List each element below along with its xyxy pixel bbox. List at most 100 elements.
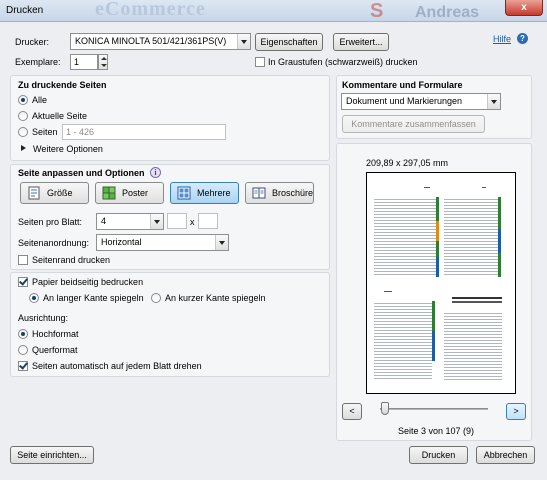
- preview-page: [372, 183, 510, 285]
- close-icon: x: [521, 2, 527, 13]
- window-title: Drucken: [6, 5, 44, 16]
- comments-value: Dokument und Markierungen: [346, 96, 463, 106]
- page-heading: [424, 187, 430, 188]
- pages-per-sheet-label: Seiten pro Blatt:: [18, 217, 83, 227]
- pages-per-sheet-rows-input[interactable]: [198, 213, 218, 229]
- page-heading: [482, 187, 486, 188]
- cancel-button[interactable]: Abbrechen: [476, 446, 535, 464]
- page-order-select[interactable]: Horizontal: [96, 234, 229, 251]
- poster-icon: [102, 186, 116, 200]
- expand-arrow-icon[interactable]: [21, 145, 26, 151]
- copies-stepper[interactable]: [98, 54, 108, 70]
- page-setup-label: Seite einrichten...: [17, 450, 87, 460]
- print-button[interactable]: Drucken: [409, 446, 468, 464]
- page-heading: [452, 301, 502, 303]
- long-edge-label: An langer Kante spiegeln: [43, 293, 144, 303]
- pages-range-input[interactable]: 1 - 426: [62, 124, 226, 140]
- pages-all-radio[interactable]: [18, 95, 28, 105]
- page-order-value: Horizontal: [101, 237, 142, 247]
- landscape-label: Querformat: [32, 345, 78, 355]
- pages-per-sheet-select[interactable]: 4: [96, 213, 164, 230]
- preview-page: [372, 287, 510, 389]
- chevron-down-icon: [237, 34, 250, 49]
- chevron-left-icon: <: [349, 406, 355, 416]
- print-border-label: Seitenrand drucken: [32, 255, 111, 265]
- chevron-down-icon: [150, 214, 163, 229]
- pages-header: Zu druckende Seiten: [18, 80, 107, 90]
- sizing-header: Seite anpassen und Optionen: [18, 168, 145, 178]
- duplex-checkbox[interactable]: [18, 277, 28, 287]
- mode-multiple-button[interactable]: Mehrere: [170, 182, 239, 204]
- pages-current-radio[interactable]: [18, 111, 28, 121]
- chevron-up-icon[interactable]: [101, 57, 107, 60]
- color-bar: [436, 197, 439, 277]
- short-edge-radio[interactable]: [151, 293, 161, 303]
- pages-per-sheet-cols-input[interactable]: [167, 213, 187, 229]
- chevron-down-icon: [215, 235, 228, 250]
- pages-range-radio[interactable]: [18, 127, 28, 137]
- background-watermark: eCommerce: [95, 0, 206, 20]
- pages-all-label: Alle: [32, 95, 48, 105]
- mode-size-label: Größe: [47, 188, 73, 198]
- page-heading: [452, 297, 502, 299]
- copies-label: Exemplare:: [15, 57, 61, 67]
- cancel-button-label: Abbrechen: [483, 450, 528, 460]
- print-border-checkbox[interactable]: [18, 255, 28, 265]
- grayscale-label: In Graustufen (schwarzweiß) drucken: [268, 57, 418, 67]
- chevron-down-icon[interactable]: [101, 64, 107, 67]
- mode-booklet-button[interactable]: Broschüre: [245, 182, 314, 204]
- pages-range-label: Seiten: [32, 127, 58, 137]
- help-link[interactable]: Hilfe: [493, 34, 511, 44]
- page-setup-button[interactable]: Seite einrichten...: [10, 446, 94, 464]
- printer-value: KONICA MINOLTA 501/421/361PS(V): [75, 36, 227, 46]
- background-watermark: Andreas: [415, 4, 480, 21]
- page-slider-thumb[interactable]: [381, 402, 389, 415]
- title-bar: eCommerce S Andreas Drucken x: [0, 0, 547, 22]
- more-options-toggle[interactable]: Weitere Optionen: [33, 144, 103, 154]
- auto-rotate-label: Seiten automatisch auf jedem Blatt drehe…: [32, 361, 202, 371]
- close-button[interactable]: x: [505, 0, 543, 16]
- landscape-radio[interactable]: [18, 345, 28, 355]
- color-bar: [432, 301, 435, 361]
- page-heading: [384, 291, 392, 292]
- mode-poster-label: Poster: [122, 188, 149, 198]
- preview-sheet: [366, 172, 516, 394]
- long-edge-radio[interactable]: [29, 293, 39, 303]
- printer-select[interactable]: KONICA MINOLTA 501/421/361PS(V): [70, 33, 251, 50]
- next-page-button[interactable]: >: [506, 403, 526, 420]
- page-slider-track[interactable]: [380, 408, 488, 410]
- size-icon: [28, 186, 40, 200]
- copies-input[interactable]: 1: [70, 54, 98, 70]
- previous-page-button[interactable]: <: [342, 403, 362, 420]
- page-status-text: Seite 3 von 107 (9): [398, 426, 475, 436]
- grayscale-checkbox[interactable]: [255, 57, 265, 67]
- booklet-icon: [252, 187, 266, 199]
- text-block: [444, 311, 502, 381]
- chevron-down-icon: [487, 94, 500, 109]
- comments-header: Kommentare und Formulare: [342, 80, 463, 90]
- advanced-button[interactable]: Erweitert...: [333, 33, 389, 51]
- mode-multiple-label: Mehrere: [197, 188, 231, 198]
- help-icon[interactable]: ?: [517, 33, 528, 44]
- comments-select[interactable]: Dokument und Markierungen: [341, 93, 501, 110]
- mode-size-button[interactable]: Größe: [20, 182, 89, 204]
- auto-rotate-checkbox[interactable]: [18, 361, 28, 371]
- properties-button[interactable]: Eigenschaften: [255, 33, 323, 51]
- color-bar: [498, 197, 501, 277]
- text-block: [374, 301, 432, 381]
- pages-current-label: Aktuelle Seite: [32, 111, 88, 121]
- portrait-label: Hochformat: [32, 329, 79, 339]
- print-button-label: Drucken: [421, 450, 456, 460]
- text-block: [374, 197, 436, 277]
- portrait-radio[interactable]: [18, 329, 28, 339]
- advanced-button-label: Erweitert...: [339, 37, 383, 47]
- text-block: [444, 197, 498, 277]
- summarize-comments-button[interactable]: Kommentare zusammenfassen: [342, 115, 485, 133]
- pages-per-sheet-value: 4: [101, 216, 107, 226]
- summarize-comments-label: Kommentare zusammenfassen: [351, 119, 476, 129]
- mode-poster-button[interactable]: Poster: [95, 182, 164, 204]
- mode-booklet-label: Broschüre: [272, 188, 314, 198]
- chevron-right-icon: >: [513, 406, 519, 416]
- info-icon[interactable]: i: [150, 167, 161, 178]
- printer-label: Drucker:: [15, 37, 50, 47]
